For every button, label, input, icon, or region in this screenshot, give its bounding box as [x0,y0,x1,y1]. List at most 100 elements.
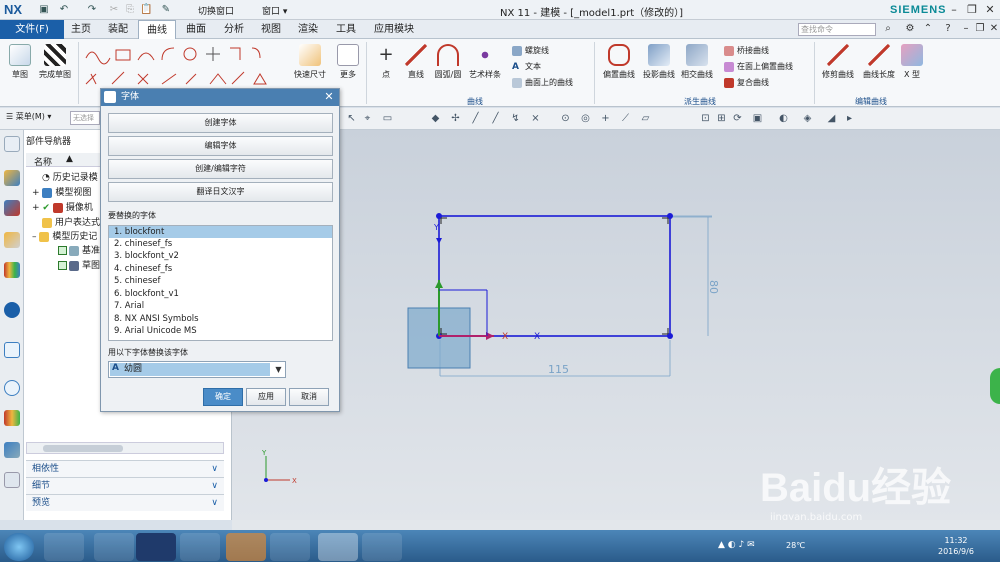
create-edit-character-button[interactable]: 创建/编辑字符 [108,159,333,179]
curve-length-button[interactable]: 曲线长度 [860,44,898,80]
constraint-navigator-icon[interactable] [4,200,20,216]
collapse-ribbon-icon[interactable]: ⌃ [920,21,936,37]
tab-curve[interactable]: 曲线 [138,20,176,39]
process-studio-icon[interactable] [4,442,20,458]
x-form-button[interactable]: X 型 [898,44,926,80]
tab-render[interactable]: 渲染 [290,20,326,39]
command-search-input[interactable]: 查找命令 [798,23,876,36]
width-dimension-text[interactable]: 115 [548,363,569,376]
clock-icon[interactable] [4,380,20,396]
chevron-down-icon[interactable]: ▼ [272,362,285,377]
intersect-curve-button[interactable]: 相交曲线 [678,44,716,80]
show-hide-icon[interactable]: ▸ [844,113,855,124]
cut-icon[interactable]: ✂ [108,4,120,16]
point-snap-icon[interactable]: ✢ [450,113,461,124]
checkbox-icon[interactable] [58,261,67,270]
point-on-curve-icon[interactable]: ⟋ [620,113,631,124]
taskbar-paint-icon[interactable] [362,533,402,561]
system-clock[interactable]: 11:32 2016/9/6 [938,535,974,557]
touch-mode-icon[interactable]: ✎ [160,4,172,16]
navigator-scrollbar[interactable] [26,442,224,454]
accordion-preview[interactable]: 预览 ∨ [26,494,224,511]
checkbox-icon[interactable] [58,246,67,255]
search-icon[interactable]: ⌕ [880,21,896,37]
web-browser-icon[interactable] [4,302,20,318]
apply-button[interactable]: 应用 [246,388,286,406]
intersection-icon[interactable]: ⨯ [530,113,541,124]
point-on-face-icon[interactable]: ▱ [640,113,651,124]
file-tab[interactable]: 文件(F) [0,20,64,39]
tab-surface[interactable]: 曲面 [178,20,214,39]
tree-item-model-history[interactable]: – 模型历史记 [32,229,97,242]
existing-point-icon[interactable]: + [600,113,611,124]
edge-display-icon[interactable]: ◐ [778,113,789,124]
font-list-item[interactable]: 4. chinesef_fs [109,263,332,275]
sketch-curve-gallery[interactable] [82,44,282,90]
quadrant-icon[interactable]: ◎ [580,113,591,124]
tree-item-sketch[interactable]: 草图 [58,258,100,271]
bridge-curve-button[interactable]: 桥接曲线 [724,45,769,56]
copy-icon[interactable]: ⎘ [124,4,136,16]
gear-icon[interactable] [4,136,20,152]
font-list-item-selected[interactable]: 1. blockfont [109,226,332,238]
trim-curve-button[interactable]: 修剪曲线 [818,44,858,80]
snap-icon[interactable]: ⌖ [362,113,373,124]
arc-center-icon[interactable]: ⊙ [560,113,571,124]
font-list-item[interactable]: 9. Arial Unicode MS [109,325,332,337]
history-icon[interactable] [4,342,20,358]
finish-sketch-button[interactable]: 完成草图 [36,44,74,80]
dialog-title-bar[interactable]: 字体 [101,89,339,106]
tree-item-datum[interactable]: 基准 [58,243,100,256]
midpoint-icon[interactable]: ╱ [490,113,501,124]
control-point-icon[interactable]: ↯ [510,113,521,124]
tab-home[interactable]: 主页 [64,20,98,39]
create-font-button[interactable]: 创建字体 [108,113,333,133]
endpoint-icon[interactable]: ╱ [470,113,481,124]
tree-item-model-views[interactable]: + 模型视图 [32,185,91,198]
taskbar-browser-icon[interactable] [180,533,220,561]
fit-view-icon[interactable]: ⊡ [700,113,711,124]
tab-tools[interactable]: 工具 [328,20,364,39]
taskbar-nx-icon[interactable] [318,533,358,561]
sketch-button[interactable]: 草图 [4,44,36,80]
restore-icon[interactable]: ❐ [964,2,980,18]
doc-close-icon[interactable]: ✕ [986,21,1000,37]
switch-window-button[interactable]: 切换窗口 [198,4,234,17]
font-list-item[interactable]: 6. blockfont_v1 [109,288,332,300]
composite-curve-button[interactable]: 复合曲线 [724,77,769,88]
offset-curve-button[interactable]: 偏置曲线 [598,44,640,80]
sort-up-icon[interactable]: ▲ [66,154,73,164]
paste-icon[interactable]: 📋 [140,4,152,16]
window-menu-button[interactable]: 窗口 ▾ [262,4,287,17]
point-button[interactable]: + 点 [372,44,400,80]
scrollbar-thumb[interactable] [43,445,123,452]
tree-item-expressions[interactable]: 用户表达式 [42,215,100,228]
view-orientation-icon[interactable]: ◈ [802,113,813,124]
roles-icon[interactable] [4,472,20,488]
render-style-icon[interactable]: ▣ [752,113,763,124]
cancel-button[interactable]: 取消 [289,388,329,406]
text-button[interactable]: A 文本 [512,61,541,72]
accordion-details[interactable]: 细节 ∨ [26,477,224,494]
tab-applications[interactable]: 应用模块 [366,20,422,39]
redo-icon[interactable]: ↷ [86,4,98,16]
height-dimension-text[interactable]: 80 [707,280,720,294]
reuse-library-icon[interactable] [4,262,20,278]
tab-analysis[interactable]: 分析 [216,20,252,39]
font-list-item[interactable]: 7. Arial [109,300,332,312]
curve-on-surface-button[interactable]: 曲面上的曲线 [512,77,573,88]
font-list-item[interactable]: 3. blockfont_v2 [109,250,332,262]
zoom-icon[interactable]: ⊞ [716,113,727,124]
tab-view[interactable]: 视图 [254,20,288,39]
select-arrow-icon[interactable]: ↖ [346,113,357,124]
studio-spline-button[interactable]: 艺术样条 [466,44,504,80]
box-select-icon[interactable]: ▭ [382,113,393,124]
system-materials-icon[interactable] [4,410,20,426]
dialog-settings-icon[interactable] [104,91,116,103]
rotate-icon[interactable]: ⟳ [732,113,743,124]
taskbar-explorer-icon[interactable] [44,533,84,561]
translate-kanji-button[interactable]: 翻译日文汉字 [108,182,333,202]
tray-icons[interactable]: ▲ ◐ ♪ ✉ [718,540,755,550]
edit-font-button[interactable]: 编辑字体 [108,136,333,156]
type-filter-input[interactable]: 无选择 [70,111,100,125]
